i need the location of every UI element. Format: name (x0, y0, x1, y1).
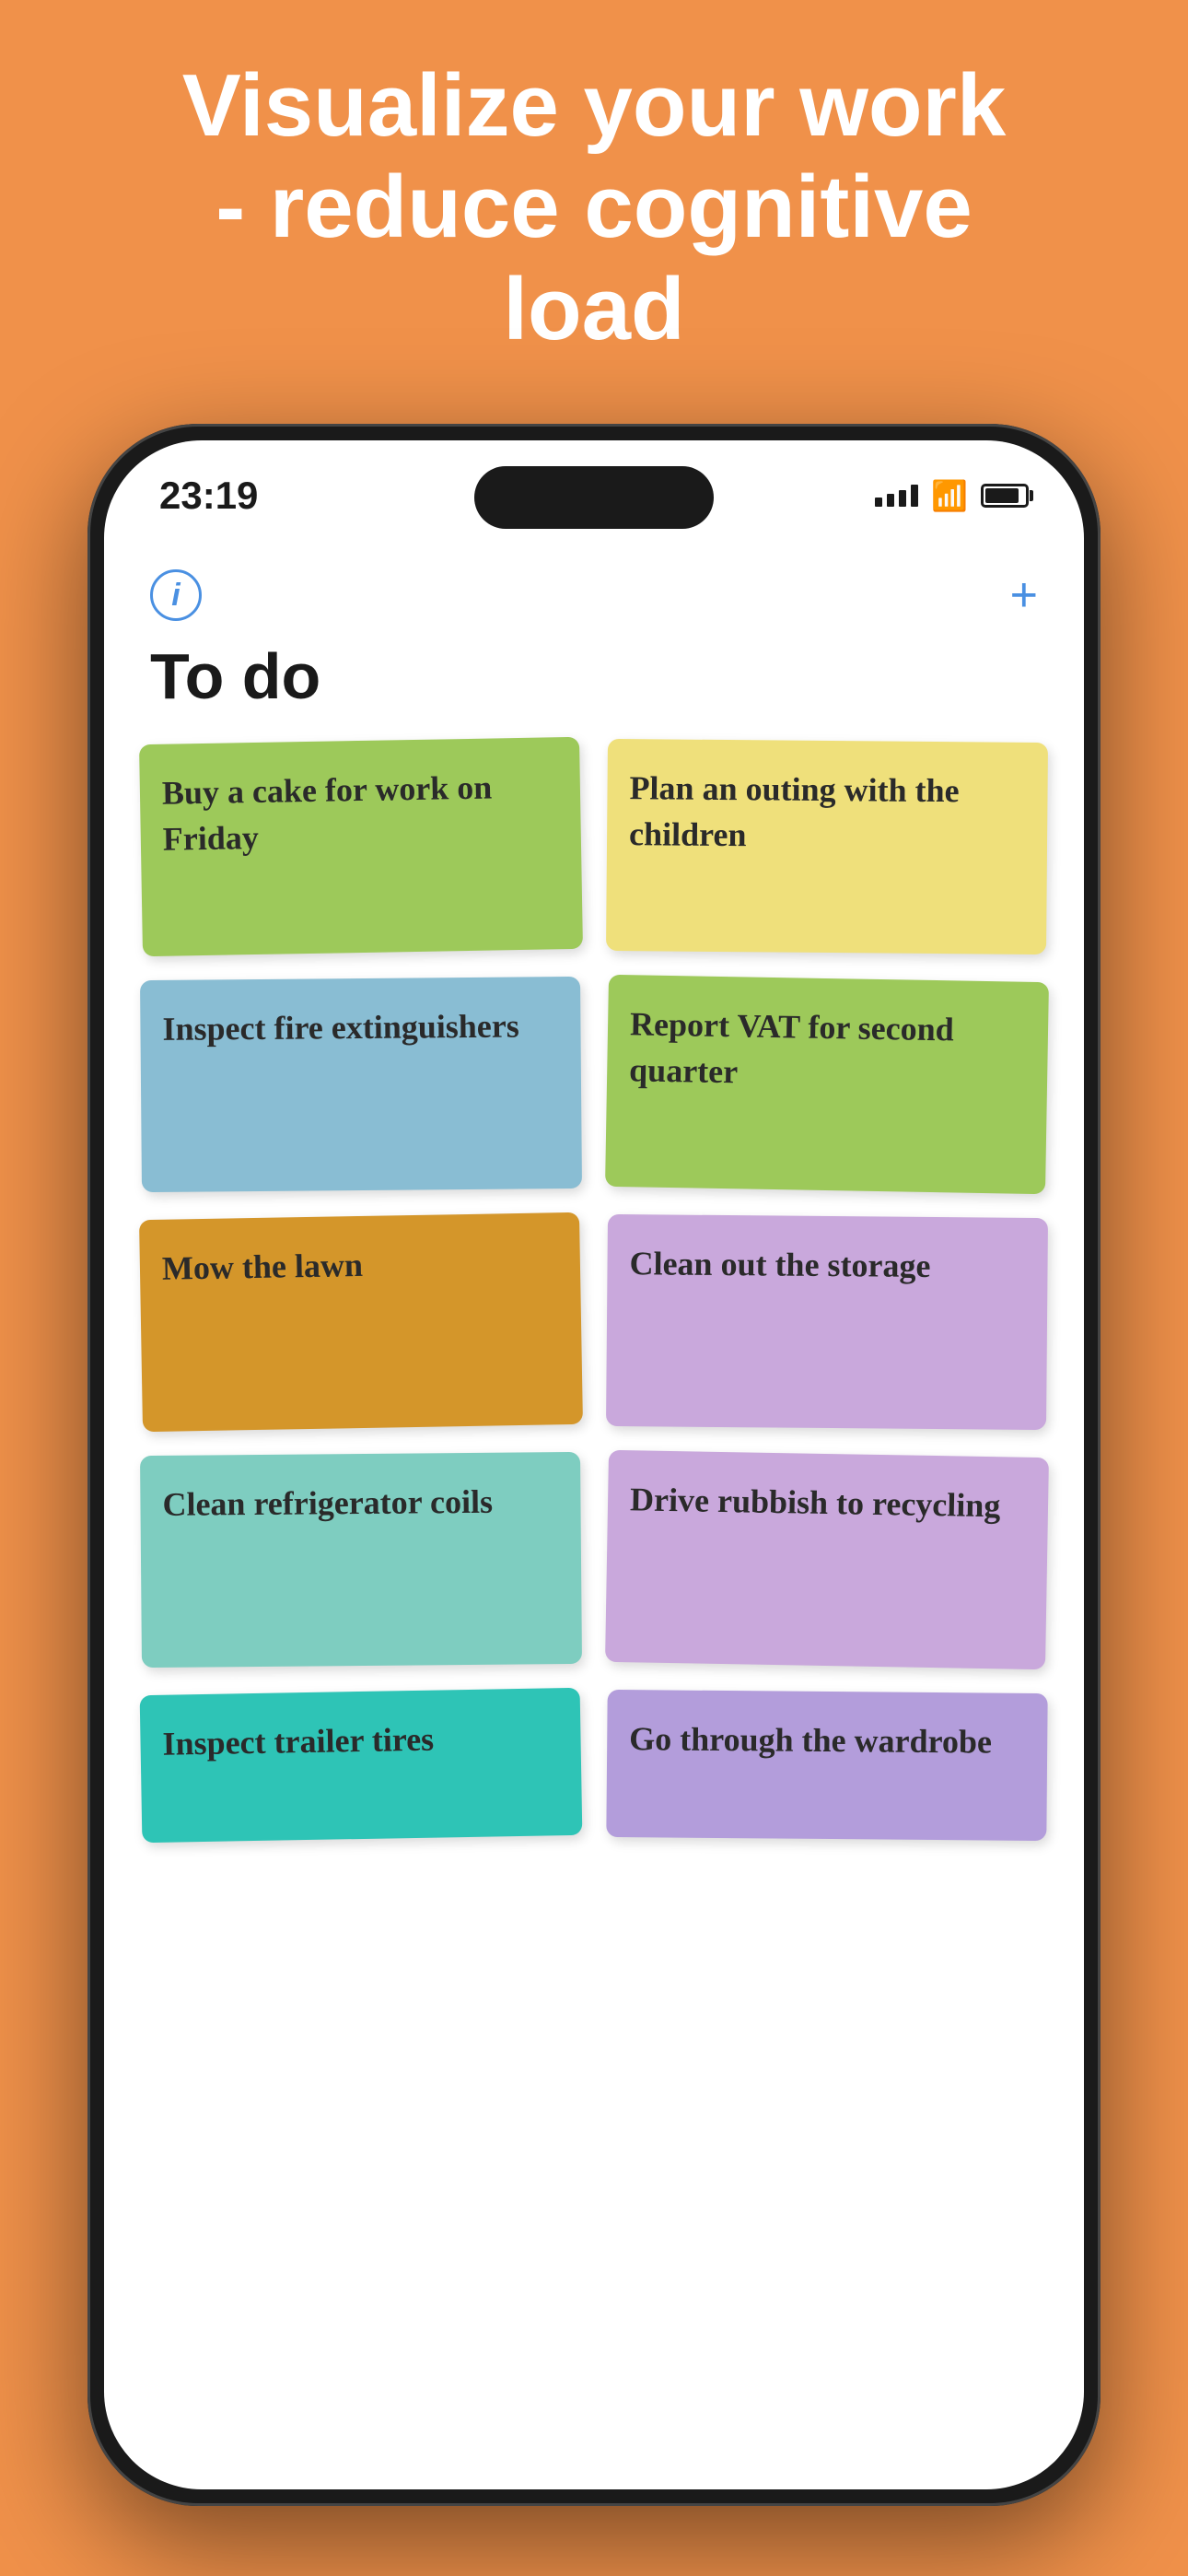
task-card-8[interactable]: Drive rubbish to recycling (605, 1450, 1049, 1669)
task-card-2-text: Plan an outing with the children (629, 765, 1026, 861)
task-card-6[interactable]: Clean out the storage (606, 1214, 1048, 1430)
battery-fill (985, 488, 1019, 503)
task-card-9-text: Inspect trailer tires (162, 1716, 434, 1768)
info-icon: i (171, 578, 180, 614)
phone-outer: 23:19 📶 (87, 424, 1101, 2506)
signal-icon (875, 485, 918, 507)
hero-line3: load (503, 260, 684, 358)
phone-screen: 23:19 📶 (104, 440, 1084, 2489)
task-card-10[interactable]: Go through the wardrobe (606, 1690, 1047, 1841)
task-card-5-text: Mow the lawn (162, 1242, 364, 1292)
task-card-5[interactable]: Mow the lawn (139, 1212, 583, 1432)
battery-icon (981, 484, 1029, 508)
cards-grid: Buy a cake for work on Friday Plan an ou… (104, 741, 1084, 1839)
task-card-7[interactable]: Clean refrigerator coils (140, 1452, 582, 1668)
task-card-3[interactable]: Inspect fire extinguishers (140, 977, 582, 1192)
task-card-4[interactable]: Report VAT for second quarter (605, 975, 1049, 1194)
task-card-2[interactable]: Plan an outing with the children (606, 739, 1048, 954)
task-card-1-text: Buy a cake for work on Friday (162, 763, 560, 862)
task-card-9[interactable]: Inspect trailer tires (140, 1688, 583, 1843)
phone-frame: 23:19 📶 (87, 424, 1101, 2506)
task-card-4-text: Report VAT for second quarter (629, 1001, 1027, 1100)
task-card-10-text: Go through the wardrobe (629, 1715, 992, 1765)
task-card-6-text: Clean out the storage (629, 1240, 930, 1289)
status-time: 23:19 (159, 474, 258, 518)
plus-icon: + (1010, 568, 1038, 622)
task-card-1[interactable]: Buy a cake for work on Friday (139, 737, 583, 956)
dynamic-island (474, 466, 714, 529)
app-toolbar: i + (104, 551, 1084, 630)
task-card-3-text: Inspect fire extinguishers (162, 1002, 519, 1052)
page-title: To do (104, 630, 1084, 741)
hero-line2: - reduce cognitive (215, 158, 973, 256)
status-icons: 📶 (875, 478, 1029, 513)
add-button[interactable]: + (1010, 571, 1038, 619)
wifi-icon: 📶 (931, 478, 968, 513)
hero-text: Visualize your work - reduce cognitive l… (0, 0, 1188, 397)
app-content: i + To do Buy a cake for work on Friday (104, 551, 1084, 2489)
info-button[interactable]: i (150, 569, 202, 621)
hero-line1: Visualize your work (182, 56, 1007, 155)
task-card-8-text: Drive rubbish to recycling (630, 1476, 1001, 1528)
task-card-7-text: Clean refrigerator coils (162, 1479, 493, 1528)
